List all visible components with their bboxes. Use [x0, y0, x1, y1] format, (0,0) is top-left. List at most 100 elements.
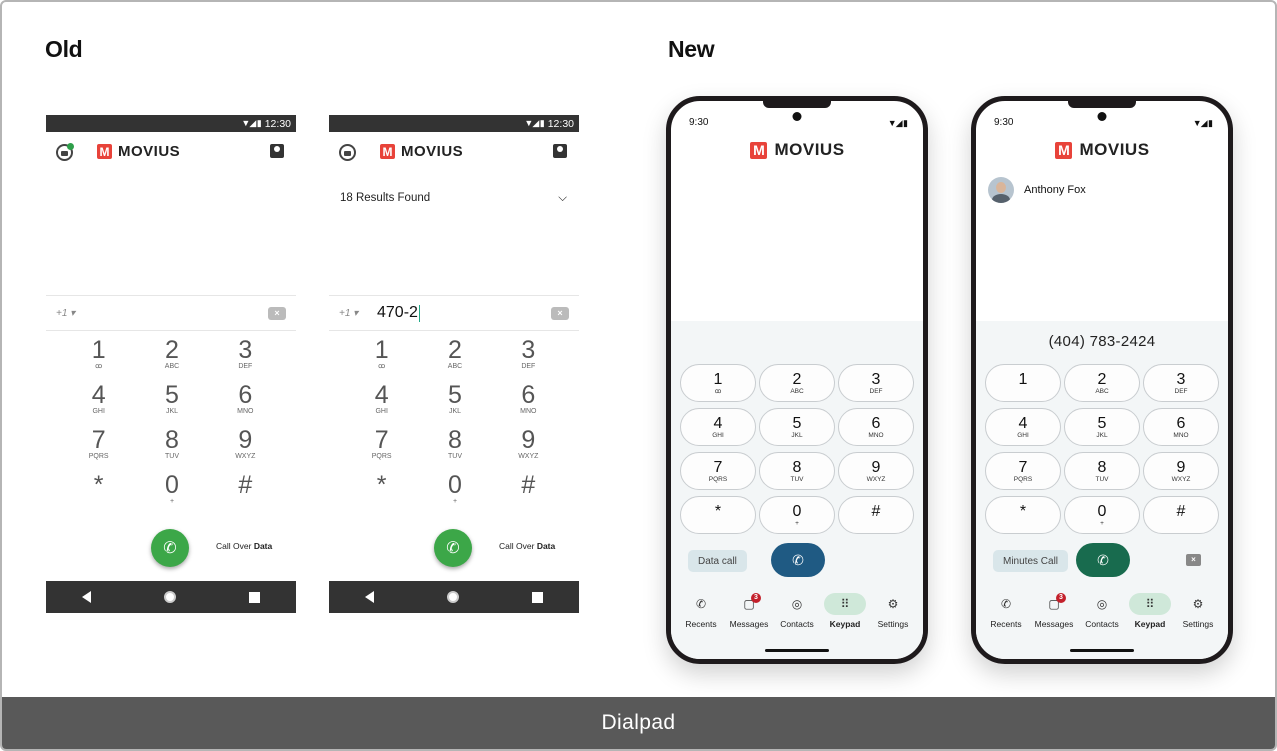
tab-keypad[interactable]: ⠿ Keypad — [821, 593, 869, 629]
call-button[interactable]: ✆ — [771, 543, 825, 577]
dial-key-8[interactable]: 8 TUV — [418, 427, 491, 468]
dial-key-0[interactable]: 0 + — [418, 472, 491, 513]
chevron-down-icon[interactable]: ⌵ — [558, 192, 567, 205]
backspace-icon[interactable]: × — [551, 307, 569, 320]
avatar — [988, 177, 1014, 203]
contact-card-icon[interactable] — [270, 144, 284, 158]
dial-key-2[interactable]: 2 ABC — [418, 337, 491, 378]
number-entry[interactable]: +1 ▾ × — [46, 295, 296, 331]
camera-icon[interactable] — [339, 143, 356, 161]
typed-number[interactable]: 470-2 — [377, 304, 418, 322]
home-icon[interactable] — [163, 591, 176, 603]
dial-key-1[interactable]: 1ꝏ — [62, 337, 135, 378]
dial-key-star[interactable]: * — [985, 496, 1061, 534]
tab-contacts[interactable]: ◎ Contacts — [773, 593, 821, 629]
dial-key-9[interactable]: 9 WXYZ — [1143, 452, 1219, 490]
tab-glyph: ✆ — [695, 597, 707, 611]
dial-key-8[interactable]: 8 TUV — [759, 452, 835, 490]
key-letters: + — [1100, 519, 1104, 527]
matched-contact[interactable]: Anthony Fox — [988, 177, 1086, 203]
key-letters: MNO — [1173, 431, 1189, 439]
dial-key-2[interactable]: 2 ABC — [1064, 364, 1140, 402]
key-letters: JKL — [448, 408, 462, 415]
key-digit: 8 — [448, 426, 462, 454]
dial-key-hash[interactable]: # — [1143, 496, 1219, 534]
home-icon[interactable] — [446, 591, 459, 603]
dial-key-5[interactable]: 5 JKL — [759, 408, 835, 446]
key-digit: 7 — [374, 426, 389, 454]
dial-key-4[interactable]: 4 GHI — [62, 382, 135, 423]
tab-settings[interactable]: ⚙ Settings — [869, 593, 917, 629]
tab-settings[interactable]: ⚙ Settings — [1174, 593, 1222, 629]
contact-card-icon[interactable] — [553, 144, 567, 158]
key-digit: 0 — [1097, 502, 1107, 520]
dial-key-9[interactable]: 9 WXYZ — [209, 427, 282, 468]
call-button[interactable]: ✆ — [434, 529, 472, 567]
recents-square-icon[interactable] — [531, 591, 543, 603]
dial-key-1[interactable]: 1ꝏ — [345, 337, 418, 378]
backspace-icon[interactable]: × — [1186, 554, 1201, 566]
dial-key-3[interactable]: 3 DEF — [209, 337, 282, 378]
dial-key-4[interactable]: 4 GHI — [985, 408, 1061, 446]
dial-key-9[interactable]: 9 WXYZ — [838, 452, 914, 490]
call-button[interactable]: ✆ — [1076, 543, 1130, 577]
dial-key-0[interactable]: 0 + — [1064, 496, 1140, 534]
minutes-call-toggle[interactable]: Minutes Call — [993, 550, 1069, 572]
dial-key-3[interactable]: 3 DEF — [1143, 364, 1219, 402]
back-icon[interactable] — [82, 591, 92, 603]
tab-messages[interactable]: ▢ 3 Messages — [1030, 593, 1078, 629]
country-code-select[interactable]: +1 ▾ — [56, 308, 86, 319]
dial-key-star[interactable]: * — [345, 472, 418, 513]
tab-contacts[interactable]: ◎ Contacts — [1078, 593, 1126, 629]
dial-key-6[interactable]: 6 MNO — [838, 408, 914, 446]
dial-key-1[interactable]: 1 — [985, 364, 1061, 402]
tab-messages[interactable]: ▢ 3 Messages — [725, 593, 773, 629]
dial-key-2[interactable]: 2 ABC — [759, 364, 835, 402]
dial-key-5[interactable]: 5 JKL — [418, 382, 491, 423]
home-indicator[interactable] — [1070, 649, 1134, 652]
data-call-toggle[interactable]: Data call — [688, 550, 747, 572]
key-letters: + — [452, 498, 458, 505]
home-indicator[interactable] — [765, 649, 829, 652]
dial-key-7[interactable]: 7 PQRS — [62, 427, 135, 468]
dial-key-hash[interactable]: # — [838, 496, 914, 534]
dial-key-1[interactable]: 1ꝏ — [680, 364, 756, 402]
number-entry[interactable]: +1 ▾ 470-2 × — [329, 295, 579, 331]
dial-key-0[interactable]: 0 + — [759, 496, 835, 534]
dial-key-4[interactable]: 4 GHI — [345, 382, 418, 423]
recents-square-icon[interactable] — [248, 591, 260, 603]
dial-key-4[interactable]: 4 GHI — [680, 408, 756, 446]
camera-icon[interactable] — [56, 142, 74, 161]
dial-key-7[interactable]: 7 PQRS — [985, 452, 1061, 490]
dial-key-3[interactable]: 3 DEF — [492, 337, 565, 378]
dial-key-9[interactable]: 9 WXYZ — [492, 427, 565, 468]
dial-key-2[interactable]: 2 ABC — [135, 337, 208, 378]
search-results-row[interactable]: 18 Results Found ⌵ — [340, 192, 567, 205]
country-code-select[interactable]: +1 ▾ — [339, 308, 369, 319]
dial-key-8[interactable]: 8 TUV — [1064, 452, 1140, 490]
dial-key-5[interactable]: 5 JKL — [135, 382, 208, 423]
dial-key-6[interactable]: 6 MNO — [209, 382, 282, 423]
dialed-number[interactable]: (404) 783-2424 — [976, 333, 1228, 350]
dial-key-8[interactable]: 8 TUV — [135, 427, 208, 468]
dial-key-star[interactable]: * — [62, 472, 135, 513]
dial-key-6[interactable]: 6 MNO — [492, 382, 565, 423]
call-button[interactable]: ✆ — [151, 529, 189, 567]
tab-keypad[interactable]: ⠿ Keypad — [1126, 593, 1174, 629]
tab-recents[interactable]: ✆ Recents — [982, 593, 1030, 629]
back-icon[interactable] — [365, 591, 375, 603]
backspace-icon[interactable]: × — [268, 307, 286, 320]
tab-recents[interactable]: ✆ Recents — [677, 593, 725, 629]
dial-key-3[interactable]: 3 DEF — [838, 364, 914, 402]
dial-key-star[interactable]: * — [680, 496, 756, 534]
dial-key-7[interactable]: 7 PQRS — [680, 452, 756, 490]
dial-key-6[interactable]: 6 MNO — [1143, 408, 1219, 446]
dial-key-5[interactable]: 5 JKL — [1064, 408, 1140, 446]
key-letters: GHI — [1017, 431, 1029, 439]
key-digit: 9 — [238, 426, 253, 454]
brand-name: MOVIUS — [401, 143, 464, 160]
dial-key-7[interactable]: 7 PQRS — [345, 427, 418, 468]
dial-key-hash[interactable]: # — [492, 472, 565, 513]
dial-key-hash[interactable]: # — [209, 472, 282, 513]
dial-key-0[interactable]: 0 + — [135, 472, 208, 513]
